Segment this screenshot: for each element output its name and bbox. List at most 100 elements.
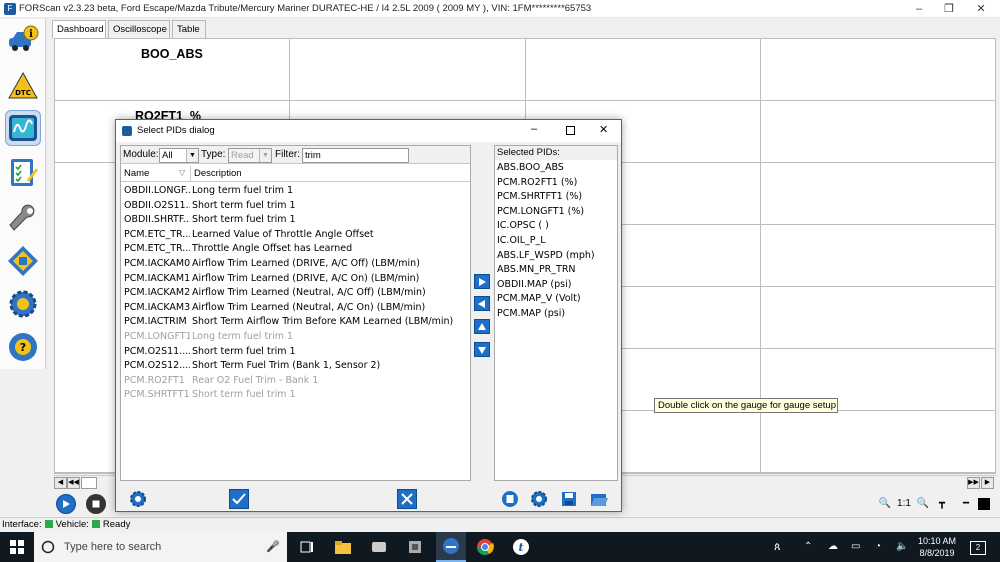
ok-button[interactable] — [229, 489, 249, 509]
teamviewer-icon[interactable]: t — [510, 537, 532, 557]
minus-line-icon[interactable]: ━ — [958, 494, 974, 514]
gauge-cell[interactable] — [290, 39, 526, 101]
help-button[interactable]: ? — [5, 329, 41, 365]
remove-pid-button[interactable] — [474, 296, 490, 311]
pid-row[interactable]: PCM.IACTRIM Short Term Airflow Trim Befor… — [121, 315, 470, 330]
gauge-cell[interactable] — [761, 163, 996, 225]
tab-table[interactable]: Table — [172, 20, 206, 38]
gauge-cell[interactable] — [761, 411, 996, 473]
settings-button[interactable] — [5, 286, 41, 322]
pid-row[interactable]: PCM.ETC_TR... Learned Value of Throttle A… — [121, 228, 470, 243]
scroll-right-icon[interactable]: ▶ — [981, 477, 994, 489]
play-icon — [63, 500, 70, 508]
volume-icon[interactable]: 🔈 — [896, 541, 908, 552]
pid-row[interactable]: OBDII.LONGF... Long term fuel trim 1 — [121, 184, 470, 199]
move-up-button[interactable] — [474, 319, 490, 334]
scroll-last-icon[interactable]: ▶▶ — [967, 477, 980, 489]
forscan-taskbar-icon[interactable] — [436, 532, 466, 562]
pid-row[interactable]: OBDII.O2S11... Short term fuel trim 1 — [121, 199, 470, 214]
selected-pid-item[interactable]: IC.OPSC ( ) — [497, 220, 549, 231]
pid-name: OBDII.O2S11... — [124, 199, 190, 211]
selected-pid-item[interactable]: OBDII.MAP (psi) — [497, 279, 571, 290]
selected-pid-item[interactable]: PCM.RO2FT1 (%) — [497, 177, 577, 188]
pid-row[interactable]: PCM.IACKAM1 Airflow Trim Learned (DRIVE, … — [121, 272, 470, 287]
selected-pid-item[interactable]: ABS.MN_PR_TRN — [497, 264, 576, 275]
open-list-button[interactable] — [589, 489, 609, 509]
gauge-cell[interactable] — [761, 39, 996, 101]
cancel-button[interactable] — [397, 489, 417, 509]
task-view-icon[interactable] — [296, 537, 318, 557]
hardware-app-icon[interactable] — [404, 537, 426, 557]
zoom-out-icon[interactable]: 🔍 — [916, 494, 930, 514]
network-app-icon[interactable] — [368, 537, 390, 557]
windows-start-icon[interactable] — [6, 537, 28, 557]
column-header-description[interactable]: Description — [194, 168, 242, 179]
module-programming-button[interactable] — [5, 243, 41, 279]
gauge-cell[interactable] — [761, 225, 996, 287]
move-down-button[interactable] — [474, 342, 490, 357]
pid-settings-button[interactable] — [128, 489, 148, 509]
checklist-button[interactable] — [5, 154, 41, 190]
microphone-icon[interactable]: 🎤 — [266, 540, 280, 553]
wifi-icon[interactable]: ◔ — [875, 541, 881, 552]
zoom-in-icon[interactable]: 🔍 — [878, 494, 892, 514]
people-icon[interactable]: ጰ — [774, 541, 781, 554]
gauge-layout-icon[interactable]: ┳ — [934, 494, 950, 514]
selected-pid-item[interactable]: PCM.MAP (psi) — [497, 308, 565, 319]
battery-icon[interactable]: ▭ — [851, 541, 860, 552]
type-select[interactable]: Read ▼ — [228, 148, 272, 163]
list-settings-button[interactable] — [529, 489, 549, 509]
taskbar-search-box[interactable]: Type here to search 🎤 — [34, 532, 287, 562]
notification-center-icon[interactable]: 2 — [970, 541, 986, 555]
scroll-left-icon[interactable]: ◀ — [54, 477, 67, 489]
cloud-icon[interactable]: ☁ — [828, 541, 838, 552]
pid-row[interactable]: PCM.ETC_TR... Throttle Angle Offset has L… — [121, 242, 470, 257]
zoom-ratio[interactable]: 1:1 — [895, 494, 913, 514]
tab-dashboard[interactable]: Dashboard — [52, 20, 106, 38]
selected-pid-item[interactable]: PCM.SHRTFT1 (%) — [497, 191, 582, 202]
pid-name: PCM.IACKAM3 — [124, 301, 190, 313]
close-button[interactable]: ✕ — [974, 2, 988, 16]
selected-pid-item[interactable]: PCM.LONGFT1 (%) — [497, 206, 584, 217]
clear-list-button[interactable] — [500, 489, 520, 509]
service-functions-button[interactable] — [5, 201, 41, 237]
selected-pid-item[interactable]: ABS.LF_WSPD (mph) — [497, 250, 595, 261]
chevron-up-icon[interactable]: ⌃ — [804, 541, 812, 552]
add-pid-button[interactable] — [474, 274, 490, 289]
vehicle-info-button[interactable]: i — [5, 22, 41, 58]
selected-pid-item[interactable]: PCM.MAP_V (Volt) — [497, 293, 581, 304]
tab-oscilloscope[interactable]: Oscilloscope — [108, 20, 170, 38]
save-list-button[interactable] — [559, 489, 579, 509]
module-select[interactable]: All ▼ — [159, 148, 199, 163]
pid-row[interactable]: PCM.IACKAM2 Airflow Trim Learned (Neutral… — [121, 286, 470, 301]
pid-row[interactable]: OBDII.SHRTF... Short term fuel trim 1 — [121, 213, 470, 228]
sort-icon[interactable]: ▽ — [179, 168, 185, 177]
play-button[interactable] — [56, 494, 76, 514]
chrome-icon[interactable] — [474, 537, 496, 557]
scroll-thumb[interactable] — [81, 477, 97, 489]
black-square-icon[interactable] — [978, 498, 990, 510]
filter-input[interactable]: trim — [302, 148, 409, 163]
dialog-maximize-button[interactable] — [566, 126, 575, 135]
file-explorer-icon[interactable] — [332, 537, 354, 557]
selected-pid-item[interactable]: IC.OIL_P_L — [497, 235, 546, 246]
pid-row[interactable]: PCM.O2S12.... Short Term Fuel Trim (Bank … — [121, 359, 470, 374]
pid-row[interactable]: PCM.IACKAM0 Airflow Trim Learned (DRIVE, … — [121, 257, 470, 272]
oscilloscope-button[interactable] — [5, 110, 41, 146]
dialog-minimize-button[interactable]: – — [531, 123, 537, 135]
gauge-cell[interactable] — [526, 39, 761, 101]
scroll-first-icon[interactable]: ◀◀ — [67, 477, 80, 489]
dialog-close-button[interactable]: ✕ — [599, 123, 608, 136]
pid-description: Airflow Trim Learned (DRIVE, A/C On) (LB… — [192, 272, 420, 284]
stop-button[interactable] — [86, 494, 106, 514]
column-header-name[interactable]: Name — [124, 168, 149, 179]
pid-row[interactable]: PCM.IACKAM3 Airflow Trim Learned (Neutral… — [121, 301, 470, 316]
pid-row[interactable]: PCM.O2S11.... Short term fuel trim 1 — [121, 345, 470, 360]
gauge-cell[interactable] — [761, 287, 996, 349]
dtc-button[interactable]: DTC — [5, 68, 41, 104]
clock[interactable]: 10:10 AM 8/8/2019 — [916, 536, 958, 558]
gauge-cell[interactable] — [761, 101, 996, 163]
maximize-button[interactable]: ❐ — [942, 2, 956, 16]
selected-pid-item[interactable]: ABS.BOO_ABS — [497, 162, 564, 173]
minimize-button[interactable]: – — [912, 2, 926, 16]
